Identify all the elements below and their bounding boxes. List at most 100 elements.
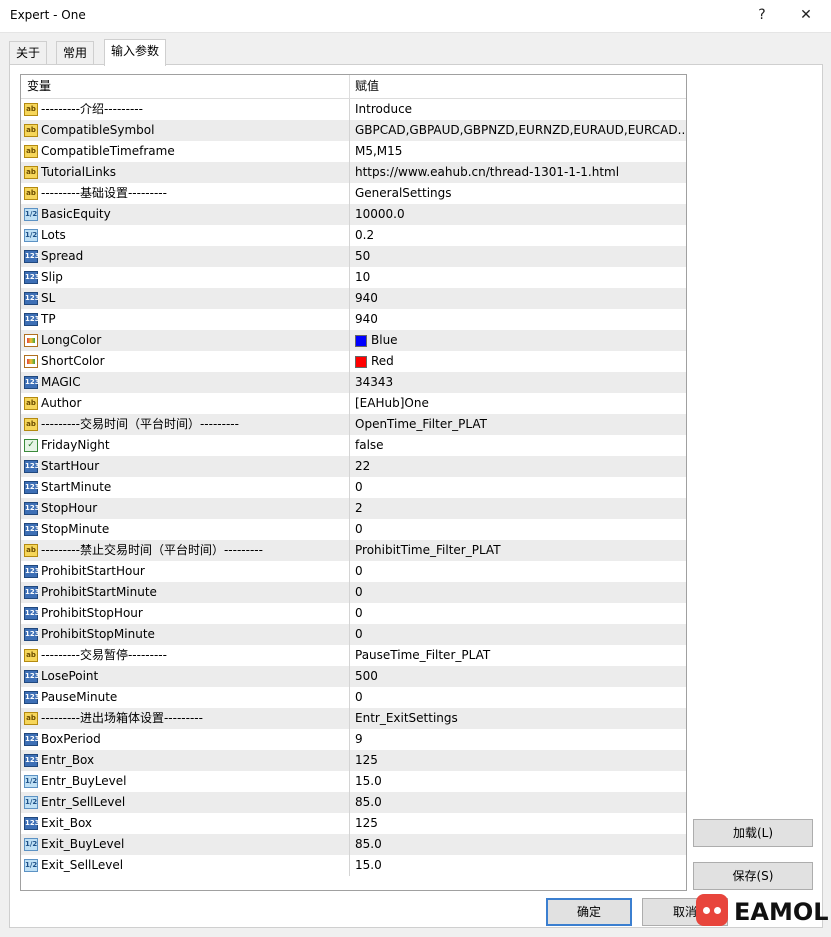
table-row[interactable]: ab CompatibleTimeframe M5,M15 xyxy=(21,141,686,162)
param-value: 15.0 xyxy=(355,858,382,872)
table-row[interactable]: 1/2 Exit_SellLevel 15.0 xyxy=(21,855,686,876)
string-type-icon: ab xyxy=(24,187,38,200)
param-value-cell[interactable]: Entr_ExitSettings xyxy=(350,708,686,729)
table-row[interactable]: 123 ProhibitStartMinute 0 xyxy=(21,582,686,603)
save-button[interactable]: 保存(S) xyxy=(693,862,813,890)
param-value-cell[interactable]: 0 xyxy=(350,561,686,582)
table-row[interactable]: 123 Slip 10 xyxy=(21,267,686,288)
table-row[interactable]: 123 ProhibitStartHour 0 xyxy=(21,561,686,582)
param-value: 125 xyxy=(355,816,378,830)
tab-inputs[interactable]: 输入参数 xyxy=(104,39,167,66)
param-name: MAGIC xyxy=(41,375,81,389)
param-value-cell[interactable]: 0.2 xyxy=(350,225,686,246)
table-row[interactable]: 123 BoxPeriod 9 xyxy=(21,729,686,750)
param-value-cell[interactable]: 0 xyxy=(350,582,686,603)
param-value: GeneralSettings xyxy=(355,186,452,200)
table-row[interactable]: 123 StartHour 22 xyxy=(21,456,686,477)
param-value-cell[interactable]: ProhibitTime_Filter_PLAT xyxy=(350,540,686,561)
table-row[interactable]: 123 ProhibitStopHour 0 xyxy=(21,603,686,624)
param-value-cell[interactable]: 0 xyxy=(350,519,686,540)
table-row[interactable]: 123 MAGIC 34343 xyxy=(21,372,686,393)
param-value-cell[interactable]: 15.0 xyxy=(350,771,686,792)
column-header-variable[interactable]: 变量 xyxy=(21,75,350,98)
param-name: TP xyxy=(41,312,56,326)
table-row[interactable]: ✓ FridayNight false xyxy=(21,435,686,456)
table-row[interactable]: 1/2 Lots 0.2 xyxy=(21,225,686,246)
param-name-cell: 1/2 BasicEquity xyxy=(21,204,350,225)
param-name-cell: 123 StopHour xyxy=(21,498,350,519)
param-value-cell[interactable]: 940 xyxy=(350,288,686,309)
table-row[interactable]: 123 LosePoint 500 xyxy=(21,666,686,687)
param-value-cell[interactable]: 125 xyxy=(350,813,686,834)
table-row[interactable]: 1/2 Exit_BuyLevel 85.0 xyxy=(21,834,686,855)
param-value-cell[interactable]: 22 xyxy=(350,456,686,477)
param-value-cell[interactable]: 0 xyxy=(350,477,686,498)
param-value-cell[interactable]: [EAHub]One xyxy=(350,393,686,414)
close-icon[interactable]: ✕ xyxy=(793,4,819,26)
column-header-value[interactable]: 赋值 xyxy=(350,75,379,98)
param-value-cell[interactable]: 85.0 xyxy=(350,834,686,855)
load-button[interactable]: 加载(L) xyxy=(693,819,813,847)
table-row[interactable]: 1/2 Entr_SellLevel 85.0 xyxy=(21,792,686,813)
tab-common[interactable]: 常用 xyxy=(56,41,95,64)
table-row[interactable]: ab ---------进出场箱体设置--------- Entr_ExitSett… xyxy=(21,708,686,729)
param-value: 34343 xyxy=(355,375,394,389)
param-value-cell[interactable]: https://www.eahub.cn/thread-1301-1-1.htm… xyxy=(350,162,686,183)
param-value-cell[interactable]: Introduce xyxy=(350,99,686,120)
param-name-cell: 123 ProhibitStopHour xyxy=(21,603,350,624)
table-row[interactable]: ab ---------交易暂停--------- PauseTime_Filter… xyxy=(21,645,686,666)
table-row[interactable]: ab ---------介绍--------- Introduce xyxy=(21,99,686,120)
param-value-cell[interactable]: 34343 xyxy=(350,372,686,393)
table-row[interactable]: ab CompatibleSymbol GBPCAD,GBPAUD,GBPNZD,E… xyxy=(21,120,686,141)
table-row[interactable]: ab ---------基础设置--------- GeneralSettings xyxy=(21,183,686,204)
param-value-cell[interactable]: 0 xyxy=(350,624,686,645)
table-row[interactable]: ShortColor Red xyxy=(21,351,686,372)
table-row[interactable]: 123 ProhibitStopMinute 0 xyxy=(21,624,686,645)
table-row[interactable]: 1/2 BasicEquity 10000.0 xyxy=(21,204,686,225)
param-value-cell[interactable]: 10 xyxy=(350,267,686,288)
table-row[interactable]: 123 StopMinute 0 xyxy=(21,519,686,540)
parameters-grid[interactable]: 变量 赋值 ab ---------介绍--------- Introduce ab C… xyxy=(20,74,687,891)
param-value-cell[interactable]: GeneralSettings xyxy=(350,183,686,204)
param-value-cell[interactable]: 9 xyxy=(350,729,686,750)
table-row[interactable]: 123 StopHour 2 xyxy=(21,498,686,519)
table-row[interactable]: 123 PauseMinute 0 xyxy=(21,687,686,708)
param-value-cell[interactable]: 85.0 xyxy=(350,792,686,813)
integer-type-icon: 123 xyxy=(24,817,40,830)
param-value-cell[interactable]: Red xyxy=(350,351,686,372)
param-value-cell[interactable]: 10000.0 xyxy=(350,204,686,225)
table-row[interactable]: 123 Exit_Box 125 xyxy=(21,813,686,834)
param-value-cell[interactable]: M5,M15 xyxy=(350,141,686,162)
table-row[interactable]: 123 TP 940 xyxy=(21,309,686,330)
param-value-cell[interactable]: 15.0 xyxy=(350,855,686,876)
table-row[interactable]: ab ---------交易时间（平台时间）--------- OpenTime_F… xyxy=(21,414,686,435)
param-value-cell[interactable]: Blue xyxy=(350,330,686,351)
param-value-cell[interactable]: 500 xyxy=(350,666,686,687)
integer-type-icon: 123 xyxy=(24,670,40,683)
param-value-cell[interactable]: 2 xyxy=(350,498,686,519)
table-row[interactable]: 123 Entr_Box 125 xyxy=(21,750,686,771)
param-value-cell[interactable]: false xyxy=(350,435,686,456)
table-row[interactable]: 1/2 Entr_BuyLevel 15.0 xyxy=(21,771,686,792)
param-value-cell[interactable]: GBPCAD,GBPAUD,GBPNZD,EURNZD,EURAUD,EURCA… xyxy=(350,120,686,141)
tab-about[interactable]: 关于 xyxy=(9,41,48,64)
table-row[interactable]: ab TutorialLinks https://www.eahub.cn/thre… xyxy=(21,162,686,183)
ok-button[interactable]: 确定 xyxy=(546,898,632,926)
param-value-cell[interactable]: 125 xyxy=(350,750,686,771)
param-value-cell[interactable]: 940 xyxy=(350,309,686,330)
param-value-cell[interactable]: PauseTime_Filter_PLAT xyxy=(350,645,686,666)
table-row[interactable]: 123 Spread 50 xyxy=(21,246,686,267)
param-value-cell[interactable]: 0 xyxy=(350,687,686,708)
help-icon[interactable]: ? xyxy=(749,4,775,26)
table-row[interactable]: 123 SL 940 xyxy=(21,288,686,309)
table-row[interactable]: ab ---------禁止交易时间（平台时间）--------- Prohibit… xyxy=(21,540,686,561)
table-row[interactable]: 123 StartMinute 0 xyxy=(21,477,686,498)
param-name-cell: 123 Entr_Box xyxy=(21,750,350,771)
table-row[interactable]: ab Author [EAHub]One xyxy=(21,393,686,414)
param-value: 0 xyxy=(355,627,363,641)
color-type-icon xyxy=(24,355,38,368)
param-value-cell[interactable]: 0 xyxy=(350,603,686,624)
param-value-cell[interactable]: 50 xyxy=(350,246,686,267)
table-row[interactable]: LongColor Blue xyxy=(21,330,686,351)
param-value-cell[interactable]: OpenTime_Filter_PLAT xyxy=(350,414,686,435)
